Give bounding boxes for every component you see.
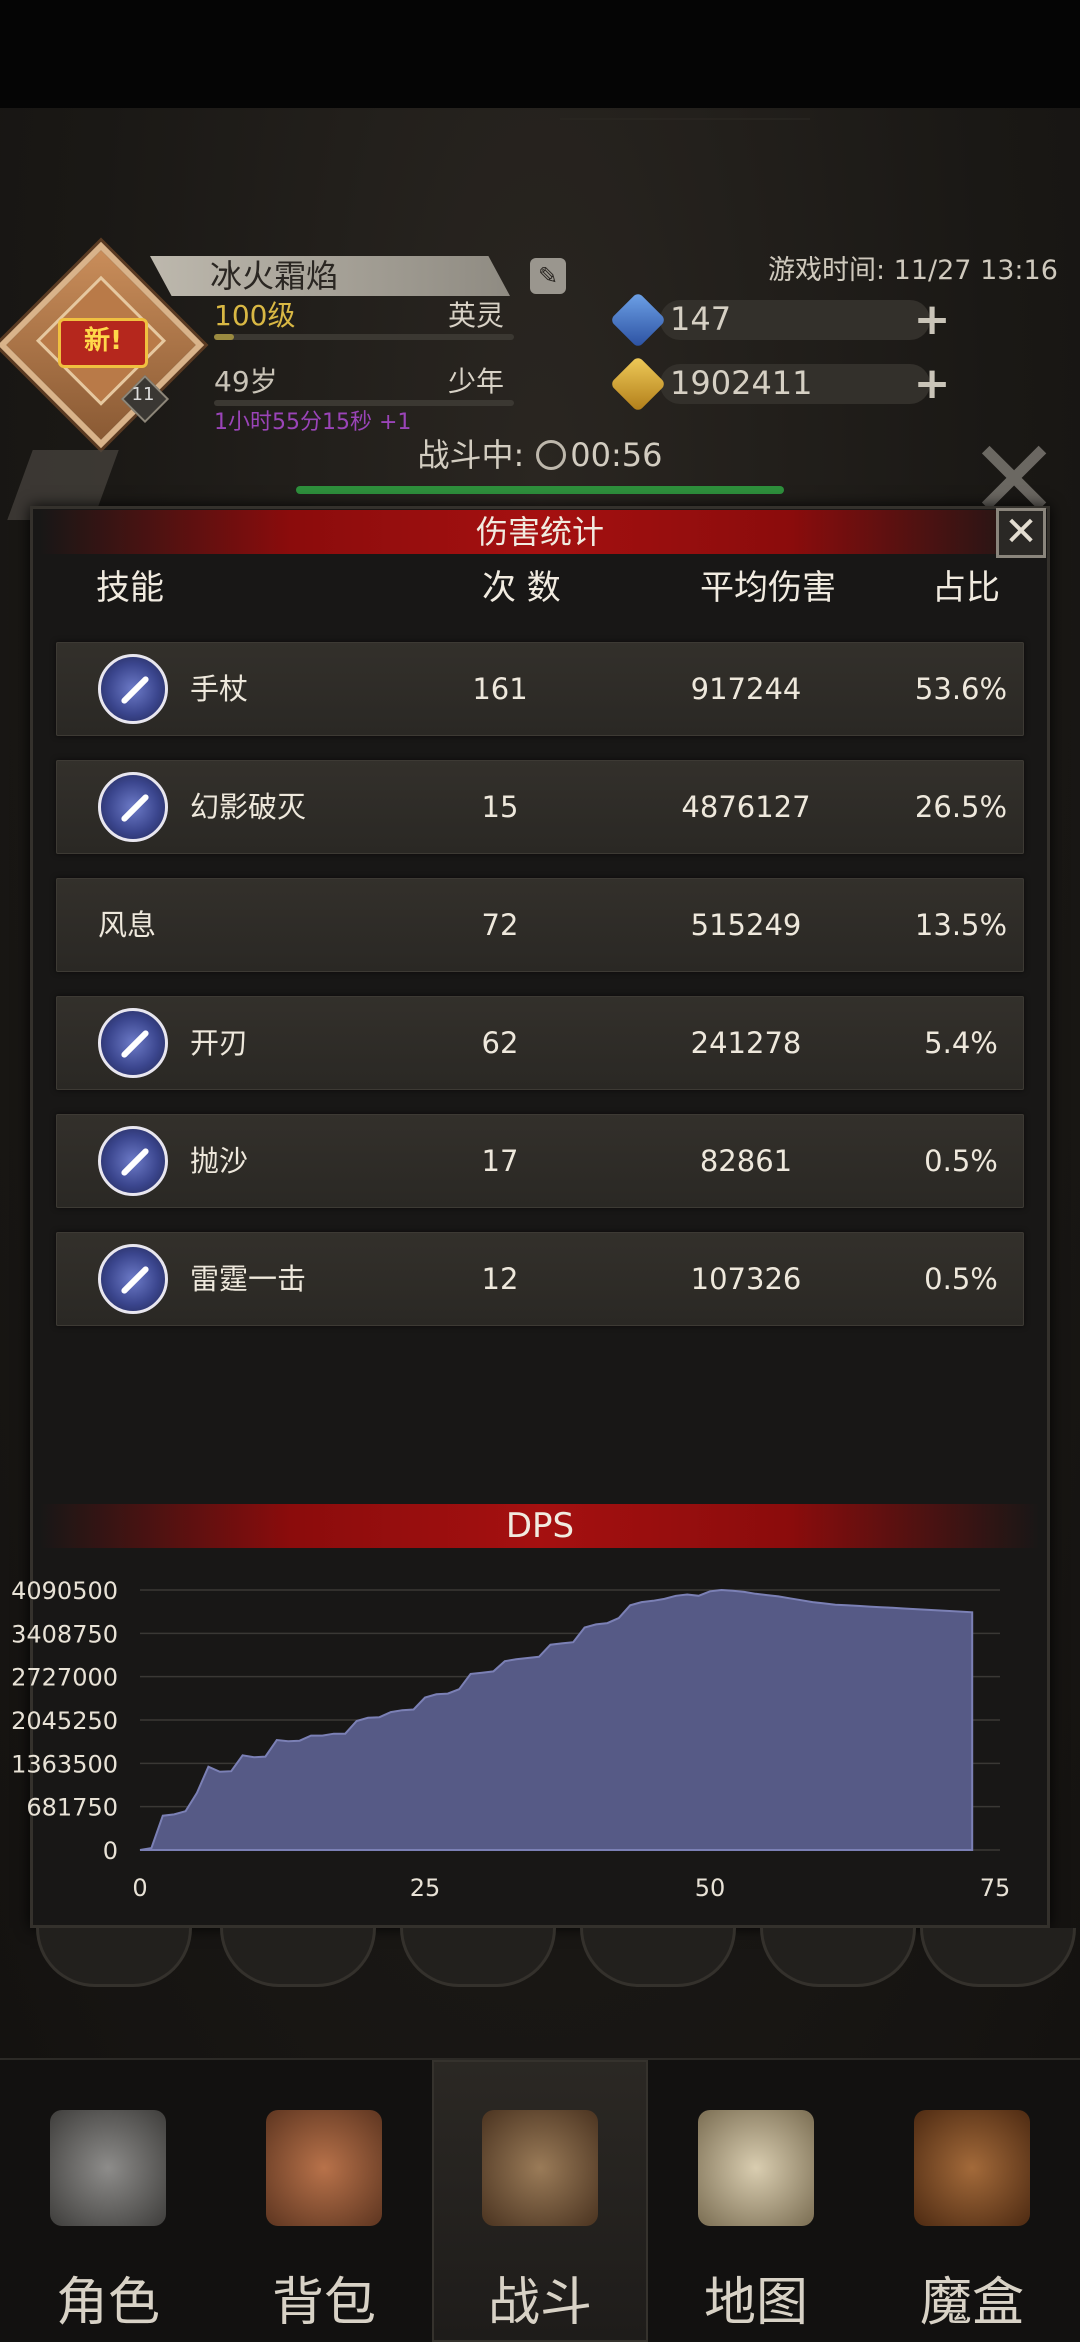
age-row: 49岁 少年 <box>214 360 514 406</box>
y-tick-label: 0 <box>103 1837 118 1865</box>
battle-timer: 00:56 <box>570 436 663 474</box>
column-average-damage: 平均伤害 <box>700 568 836 608</box>
hit-count: 12 <box>481 1262 519 1296</box>
add-gem-icon[interactable]: + <box>912 298 952 342</box>
skill-row: 抛沙 17 82861 0.5% <box>56 1114 1024 1208</box>
panel-title: 伤害统计 <box>475 513 604 551</box>
battle-status: 战斗中: 00:56 <box>0 430 1080 476</box>
bottom-nav: 角色 背包 战斗 地图 魔盒 <box>0 2058 1080 2342</box>
damage-ratio: 26.5% <box>914 790 1008 824</box>
x-tick-label: 75 <box>980 1874 1011 1902</box>
shield-sword-icon <box>482 2110 598 2226</box>
rank-text: 英灵 <box>447 299 504 332</box>
new-badge: 新! <box>58 318 148 368</box>
hit-count: 62 <box>481 1026 519 1060</box>
x-tick-label: 25 <box>410 1874 441 1902</box>
average-damage: 241278 <box>690 1026 802 1060</box>
skill-name: 抛沙 <box>190 1144 249 1178</box>
battle-label: 战斗中: <box>417 436 525 474</box>
y-tick-label: 4090500 <box>11 1577 118 1605</box>
y-tick-label: 1363500 <box>11 1750 118 1778</box>
y-tick-label: 2727000 <box>11 1664 118 1692</box>
damage-ratio: 53.6% <box>914 672 1008 706</box>
skill-name: 风息 <box>98 908 157 942</box>
sand-icon <box>98 1126 168 1196</box>
skill-name: 手杖 <box>190 672 249 706</box>
age-text: 49岁 <box>214 365 278 398</box>
gem-count: 147 <box>670 300 732 338</box>
gold-count: 1902411 <box>670 364 813 402</box>
column-count: 次 数 <box>482 568 561 608</box>
avatar-level-number: 11 <box>131 384 155 405</box>
backpack-icon <box>266 2110 382 2226</box>
skill-row: 手杖 161 917244 53.6% <box>56 642 1024 736</box>
x-tick-label: 50 <box>695 1874 726 1902</box>
clock-icon <box>536 440 567 470</box>
dps-title: DPS <box>505 1506 575 1546</box>
add-gold-icon[interactable]: + <box>912 362 952 406</box>
nav-item-backpack[interactable]: 背包 <box>216 2060 432 2342</box>
nav-label: 战斗 <box>487 2273 592 2333</box>
damage-ratio: 0.5% <box>924 1262 998 1296</box>
skill-row: 开刃 62 241278 5.4% <box>56 996 1024 1090</box>
nav-label: 魔盒 <box>919 2273 1024 2333</box>
staff-icon <box>98 654 168 724</box>
magic-box-icon <box>914 2110 1030 2226</box>
x-tick-label: 0 <box>132 1874 147 1902</box>
dps-chart: 0 681750 1363500 2045250 2727000 3408750 40905… <box>11 1577 1011 1902</box>
scroll-map-icon <box>698 2110 814 2226</box>
y-tick-label: 2045250 <box>11 1707 118 1735</box>
damage-ratio: 5.4% <box>924 1026 998 1060</box>
hit-count: 72 <box>481 908 519 942</box>
blade-icon <box>98 1008 168 1078</box>
helmet-icon <box>50 2110 166 2226</box>
average-damage: 4876127 <box>681 790 811 824</box>
status-bar <box>0 0 1080 108</box>
y-tick-label: 3408750 <box>11 1620 118 1648</box>
average-damage: 515249 <box>690 908 802 942</box>
battle-progress-bar <box>296 486 784 494</box>
game-time: 游戏时间: 11/27 13:16 <box>768 255 1058 286</box>
skill-name: 雷霆一击 <box>190 1262 307 1296</box>
skill-name: 开刃 <box>190 1026 249 1060</box>
y-tick-label: 681750 <box>26 1794 118 1822</box>
hit-count: 15 <box>481 790 519 824</box>
nav-item-character[interactable]: 角色 <box>0 2060 216 2342</box>
hit-count: 161 <box>472 672 528 706</box>
nav-item-battle[interactable]: 战斗 <box>432 2060 648 2342</box>
skill-slot-decorations <box>0 1928 1080 1988</box>
age-stage-text: 少年 <box>447 365 504 398</box>
nav-label: 角色 <box>55 2273 160 2333</box>
nav-item-magic-box[interactable]: 魔盒 <box>864 2060 1080 2342</box>
damage-ratio: 0.5% <box>924 1144 998 1178</box>
skill-row: 风息 72 515249 13.5% <box>56 878 1024 972</box>
edit-icon[interactable]: ✎ <box>530 258 566 294</box>
skill-row: 雷霆一击 12 107326 0.5% <box>56 1232 1024 1326</box>
nav-item-map[interactable]: 地图 <box>648 2060 864 2342</box>
level-text: 100级 <box>214 299 296 332</box>
column-ratio: 占比 <box>932 568 1000 608</box>
character-name: 冰火霜焰 <box>210 257 339 295</box>
skill-row: 幻影破灭 15 4876127 26.5% <box>56 760 1024 854</box>
nav-label: 背包 <box>271 2273 376 2333</box>
close-button[interactable]: ✕ <box>996 508 1046 558</box>
average-damage: 917244 <box>690 672 802 706</box>
column-skill: 技能 <box>96 568 164 608</box>
damage-ratio: 13.5% <box>914 908 1008 942</box>
phantom-icon <box>98 772 168 842</box>
hit-count: 17 <box>481 1144 519 1178</box>
background-decoration <box>560 118 810 150</box>
thunder-icon <box>98 1244 168 1314</box>
average-damage: 82861 <box>699 1144 793 1178</box>
average-damage: 107326 <box>690 1262 802 1296</box>
level-row: 100级 英灵 <box>214 294 514 340</box>
skill-name: 幻影破灭 <box>190 790 307 824</box>
nav-label: 地图 <box>703 2273 808 2333</box>
